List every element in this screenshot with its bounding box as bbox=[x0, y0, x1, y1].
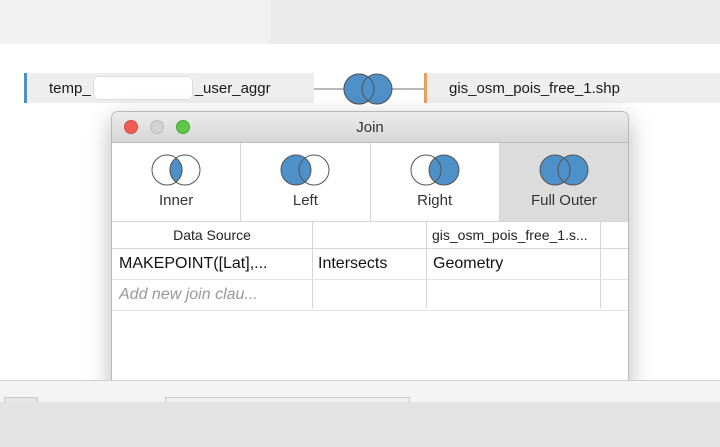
join-type-selector: Inner Left Right Full Outer bbox=[112, 143, 628, 222]
join-dialog: Join Inner Left Right Full Outer Data So… bbox=[111, 111, 629, 392]
faded-toolbar-region bbox=[270, 0, 720, 44]
join-clause-grid: Data Source gis_osm_pois_free_1.s... MAK… bbox=[112, 222, 628, 311]
left-source-header[interactable]: Data Source bbox=[112, 227, 312, 243]
right-join-option[interactable]: Right bbox=[370, 143, 500, 221]
join-link-line-left bbox=[314, 88, 344, 90]
right-field-cell[interactable]: Geometry bbox=[433, 255, 503, 273]
inner-join-icon bbox=[151, 154, 201, 186]
full-outer-join-icon[interactable] bbox=[342, 71, 394, 107]
add-join-clause-input[interactable]: Add new join clau... bbox=[119, 286, 304, 304]
operator-cell[interactable]: Intersects bbox=[318, 255, 387, 273]
faded-bottom-region bbox=[0, 402, 720, 447]
join-clause-row[interactable]: MAKEPOINT([Lat],... Intersects Geometry bbox=[112, 249, 628, 280]
full-outer-join-label: Full Outer bbox=[530, 192, 597, 209]
left-field-cell[interactable]: MAKEPOINT([Lat],... bbox=[119, 255, 304, 273]
inner-join-label: Inner bbox=[159, 192, 194, 209]
right-source-header[interactable]: gis_osm_pois_free_1.s... bbox=[432, 227, 602, 243]
join-link-line-right bbox=[392, 88, 424, 90]
right-table-name: gis_osm_pois_free_1.shp bbox=[449, 79, 620, 97]
left-join-option[interactable]: Left bbox=[241, 143, 371, 221]
left-join-icon bbox=[280, 154, 330, 186]
right-join-icon bbox=[410, 154, 460, 186]
grid-header-row: Data Source gis_osm_pois_free_1.s... bbox=[112, 222, 628, 249]
full-outer-join-option[interactable]: Full Outer bbox=[499, 143, 628, 221]
redacted-text bbox=[92, 76, 193, 100]
bottom-panel bbox=[0, 380, 720, 447]
inner-join-option[interactable]: Inner bbox=[112, 143, 242, 221]
dialog-titlebar: Join bbox=[112, 112, 628, 143]
right-join-label: Right bbox=[417, 192, 453, 209]
top-toolbar bbox=[0, 0, 720, 44]
left-join-label: Left bbox=[292, 192, 318, 209]
right-table-pill[interactable]: gis_osm_pois_free_1.shp bbox=[424, 73, 720, 103]
add-join-clause-row[interactable]: Add new join clau... bbox=[112, 280, 628, 311]
full-outer-join-icon bbox=[539, 154, 589, 186]
left-table-pill[interactable]: temp_ _user_aggr bbox=[24, 73, 314, 103]
left-table-suffix: _user_aggr bbox=[194, 79, 271, 97]
dialog-title: Join bbox=[356, 119, 384, 136]
left-table-prefix: temp_ bbox=[49, 79, 91, 97]
